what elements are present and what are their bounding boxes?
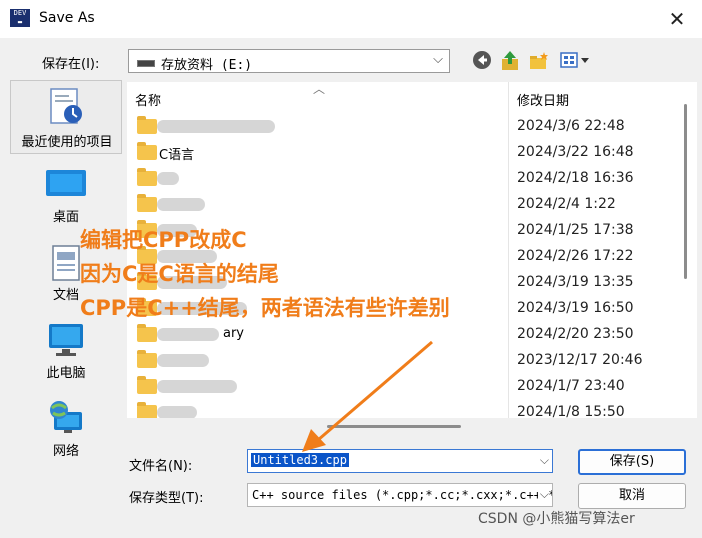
annotation-arrow: [302, 340, 433, 452]
watermark: CSDN @小熊猫写算法er: [478, 511, 635, 527]
